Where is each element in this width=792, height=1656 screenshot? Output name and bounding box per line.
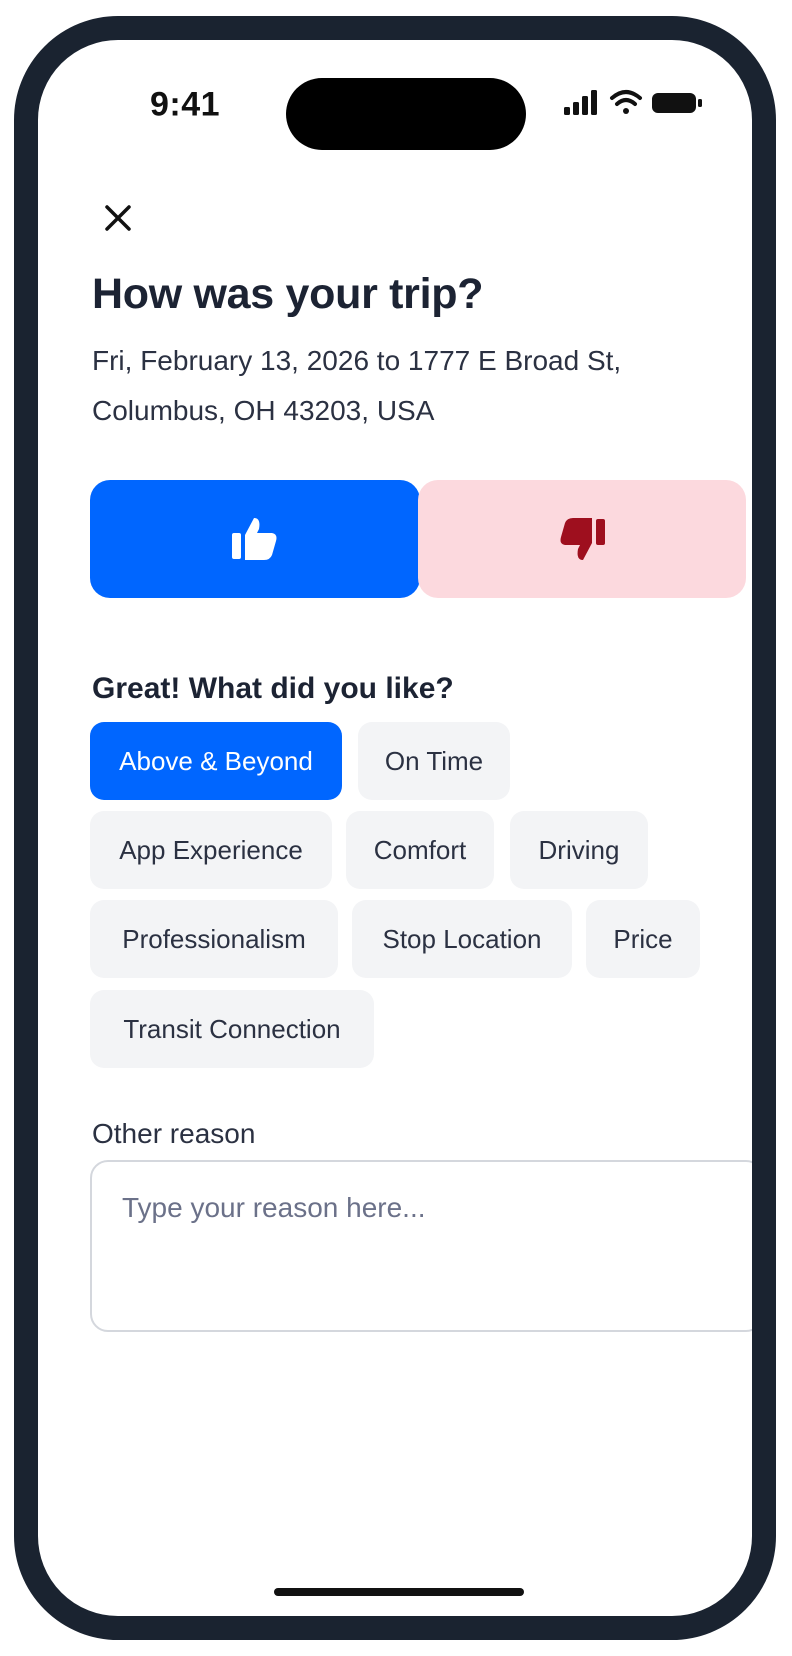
chip-on-time[interactable]: On Time — [358, 722, 510, 800]
page-title: How was your trip? — [92, 270, 484, 318]
thumbs-up-button[interactable] — [90, 480, 420, 598]
chip-stop-location[interactable]: Stop Location — [352, 900, 572, 978]
chip-comfort[interactable]: Comfort — [346, 811, 494, 889]
close-button[interactable] — [96, 196, 140, 240]
status-time: 9:41 — [150, 85, 221, 124]
battery-icon — [652, 93, 702, 113]
feedback-heading: Great! What did you like? — [92, 672, 454, 705]
other-reason-label: Other reason — [92, 1118, 256, 1149]
close-icon — [105, 205, 131, 231]
status-icons — [564, 87, 712, 119]
trip-details: Fri, February 13, 2026 to 1777 E Broad S… — [92, 345, 622, 426]
cellular-signal-icon — [564, 90, 597, 115]
home-indicator — [274, 1588, 524, 1596]
trip-feedback-screen: 9:41 How was your trip? Fri, February 13… — [38, 40, 752, 1616]
chip-transit-connection[interactable]: Transit Connection — [90, 990, 374, 1068]
chip-above-and-beyond[interactable]: Above & Beyond — [90, 722, 342, 800]
thumbs-down-icon — [560, 518, 605, 560]
dynamic-island — [286, 78, 526, 150]
phone-frame: 9:41 How was your trip? Fri, February 13… — [14, 16, 776, 1640]
other-reason-input[interactable] — [90, 1160, 752, 1332]
chip-driving[interactable]: Driving — [510, 811, 648, 889]
chip-app-experience[interactable]: App Experience — [90, 811, 332, 889]
wifi-icon — [610, 90, 642, 114]
chip-price[interactable]: Price — [586, 900, 700, 978]
thumbs-up-icon — [232, 518, 277, 560]
thumbs-down-button[interactable] — [418, 480, 746, 598]
chip-professionalism[interactable]: Professionalism — [90, 900, 338, 978]
